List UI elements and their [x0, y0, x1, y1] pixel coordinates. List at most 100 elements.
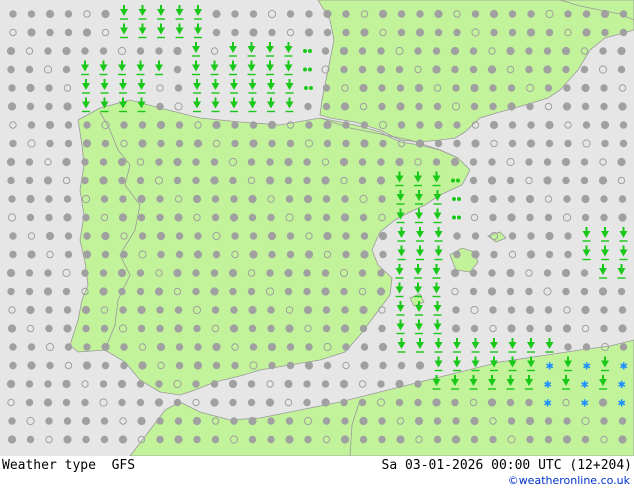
- cloud-symbol: [322, 213, 331, 222]
- cloud-symbol: [507, 195, 516, 203]
- cloud-symbol: [453, 139, 461, 148]
- cloud-symbol: [83, 232, 91, 240]
- cloud-symbol: [378, 231, 388, 241]
- cloud-symbol: [545, 231, 554, 241]
- snow-symbol: ✱: [583, 362, 591, 373]
- cloud-symbol: [508, 232, 517, 240]
- cloud-symbol: [212, 9, 221, 19]
- cloud-symbol: [231, 232, 239, 240]
- cloud-symbol: [322, 195, 331, 203]
- cloud-symbol: [83, 121, 91, 129]
- credit-link[interactable]: ©weatheronline.co.uk: [508, 474, 630, 487]
- cloud-symbol: [378, 84, 386, 92]
- cloud-symbol: [45, 324, 53, 333]
- cloud-symbol: [173, 268, 182, 278]
- cloud-symbol: [285, 324, 294, 333]
- cloud-symbol: [155, 47, 163, 55]
- cloud-symbol: [564, 250, 572, 259]
- cloud-symbol: [63, 435, 72, 444]
- cloud-symbol: [249, 10, 258, 18]
- cloud-symbol: [339, 46, 349, 56]
- snow-symbol: ✱: [581, 380, 589, 391]
- drizzle-symbol: [304, 86, 308, 90]
- cloud-symbol: [487, 176, 497, 185]
- cloud-symbol: [601, 139, 609, 148]
- cloud-symbol: [321, 269, 330, 277]
- cloud-symbol: [580, 269, 589, 277]
- cloud-symbol: [248, 305, 257, 315]
- cloud-symbol: [8, 84, 16, 92]
- cloud-symbol: [8, 195, 16, 203]
- cloud-symbol: [45, 306, 53, 314]
- cloud-symbol: [156, 213, 164, 222]
- cloud-symbol: [489, 102, 497, 111]
- cloud-symbol: [618, 195, 627, 203]
- cloud-symbol: [487, 65, 497, 74]
- cloud-symbol: [46, 139, 54, 148]
- cloud-symbol: [322, 306, 331, 314]
- cloud-symbol: [470, 416, 479, 426]
- cloud-symbol: [63, 102, 72, 111]
- cloud-symbol: [581, 102, 590, 111]
- cloud-symbol: [63, 306, 72, 314]
- cloud-symbol: [526, 435, 534, 444]
- cloud-symbol: [211, 213, 220, 222]
- cloud-symbol: [525, 47, 533, 55]
- cloud-symbol: [212, 28, 221, 37]
- cloud-symbol: [63, 417, 72, 425]
- cloud-symbol: [229, 287, 237, 296]
- cloud-symbol: [416, 10, 424, 18]
- snow-symbol: ✱: [544, 380, 552, 391]
- cloud-symbol: [192, 416, 202, 426]
- cloud-symbol: [44, 380, 52, 388]
- cloud-symbol: [284, 268, 293, 278]
- cloud-symbol: [598, 287, 608, 296]
- cloud-symbol: [284, 287, 293, 296]
- cloud-symbol: [471, 250, 480, 259]
- cloud-symbol: [323, 9, 332, 19]
- cloud-symbol: [136, 176, 145, 185]
- cloud-symbol: [83, 343, 91, 351]
- cloud-symbol: [379, 361, 387, 370]
- cloud-symbol: [174, 306, 183, 314]
- cloud-symbol: [618, 324, 627, 333]
- cloud-symbol: [174, 213, 183, 222]
- cloud-symbol: [173, 157, 182, 167]
- cloud-symbol: [27, 361, 36, 370]
- cloud-symbol: [376, 287, 386, 296]
- cloud-symbol: [156, 102, 164, 111]
- cloud-symbol: [25, 65, 34, 74]
- cloud-symbol: [598, 176, 608, 185]
- cloud-symbol: [358, 47, 367, 55]
- cloud-symbol: [156, 417, 164, 425]
- cloud-symbol: [321, 398, 330, 407]
- cloud-symbol: [155, 380, 163, 388]
- cloud-symbol: [379, 139, 387, 148]
- cloud-symbol: [25, 287, 34, 296]
- cloud-symbol: [25, 269, 34, 277]
- cloud-symbol: [377, 380, 385, 388]
- cloud-symbol: [341, 195, 349, 203]
- cloud-symbol: [395, 65, 404, 74]
- cloud-symbol: [82, 250, 92, 259]
- cloud-symbol: [210, 287, 219, 296]
- cloud-symbol: [470, 194, 479, 204]
- cloud-symbol: [194, 232, 202, 240]
- cloud-symbol: [527, 121, 535, 129]
- cloud-symbol: [286, 250, 295, 259]
- cloud-symbol: [7, 287, 15, 296]
- cloud-symbol: [432, 47, 441, 55]
- cloud-symbol: [229, 398, 237, 407]
- cloud-symbol: [210, 380, 219, 388]
- cloud-symbol: [469, 269, 478, 277]
- cloud-symbol: [7, 102, 17, 111]
- cloud-symbol: [489, 9, 499, 19]
- cloud-symbol: [45, 84, 53, 92]
- cloud-symbol: [82, 361, 92, 370]
- cloud-symbol: [101, 361, 110, 370]
- cloud-symbol: [25, 398, 34, 407]
- cloud-symbol: [490, 28, 498, 37]
- cloud-symbol: [7, 324, 17, 333]
- cloud-symbol: [359, 416, 368, 426]
- cloud-symbol: [526, 28, 536, 37]
